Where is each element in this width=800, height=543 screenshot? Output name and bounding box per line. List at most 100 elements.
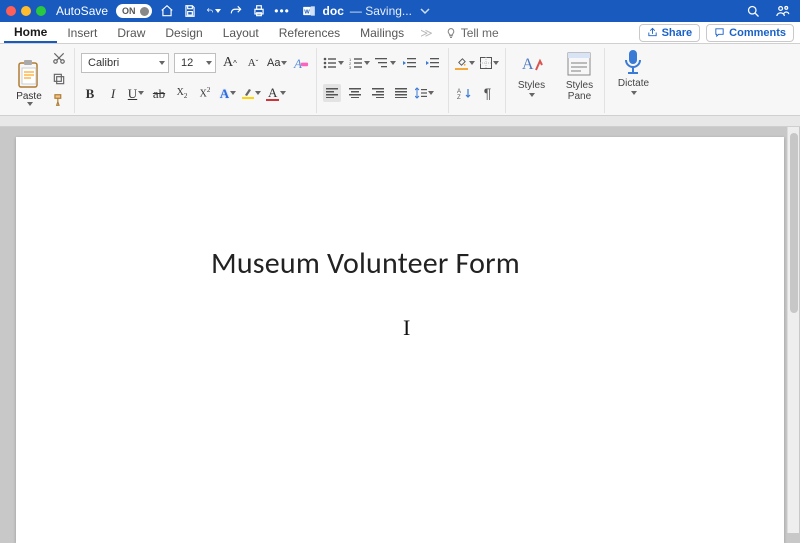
bullets-button[interactable] — [323, 54, 344, 72]
subscript-button[interactable]: X2 — [173, 84, 191, 102]
tab-mailings[interactable]: Mailings — [350, 22, 414, 43]
ribbon-tabs: Home Insert Draw Design Layout Reference… — [0, 22, 800, 44]
close-window-button[interactable] — [6, 6, 16, 16]
copy-button[interactable] — [50, 71, 68, 87]
font-size-dropdown[interactable]: 12 — [174, 53, 216, 73]
format-painter-button[interactable] — [50, 92, 68, 108]
dictate-button[interactable]: Dictate — [611, 48, 655, 95]
comments-label: Comments — [729, 27, 786, 39]
zoom-window-button[interactable] — [36, 6, 46, 16]
change-case-button[interactable]: Aa — [267, 54, 287, 72]
dictate-group: Dictate — [605, 48, 661, 113]
chevron-down-icon — [469, 61, 475, 65]
text-caret: I — [403, 315, 410, 341]
indent-icon — [426, 57, 440, 69]
tab-label: Draw — [117, 26, 145, 40]
print-icon[interactable] — [252, 4, 267, 19]
line-spacing-icon — [415, 87, 427, 99]
clipboard-group: Paste — [6, 48, 75, 113]
vertical-scrollbar[interactable] — [787, 127, 799, 533]
show-marks-button[interactable]: ¶ — [478, 84, 496, 102]
comment-icon — [714, 27, 725, 38]
tell-me-search[interactable]: Tell me — [439, 22, 505, 43]
outdent-icon — [403, 57, 417, 69]
share-button[interactable]: Share — [639, 24, 701, 42]
overflow-glyph: ≫ — [420, 26, 433, 40]
cut-button[interactable] — [50, 50, 68, 66]
underline-button[interactable]: U — [127, 84, 145, 102]
sort-icon: AZ — [457, 87, 471, 99]
redo-button[interactable] — [229, 4, 244, 19]
autosave-state: ON — [122, 6, 136, 16]
dictate-label: Dictate — [618, 78, 649, 89]
svg-text:A: A — [522, 56, 534, 73]
save-icon[interactable] — [183, 4, 198, 19]
chevron-down-icon — [631, 91, 637, 95]
tab-label: References — [279, 26, 340, 40]
styles-gallery-button[interactable]: A Styles — [512, 50, 550, 97]
paragraph-group: 123 — [317, 48, 449, 113]
numbering-button[interactable]: 123 — [349, 54, 370, 72]
tab-references[interactable]: References — [269, 22, 350, 43]
align-right-button[interactable] — [369, 84, 387, 102]
font-color-button[interactable]: A — [266, 84, 286, 102]
chevron-down-icon — [159, 61, 165, 65]
highlight-button[interactable] — [242, 84, 261, 102]
tab-label: Design — [165, 26, 202, 40]
bold-button[interactable]: B — [81, 84, 99, 102]
autosave-toggle[interactable]: ON — [116, 4, 152, 18]
justify-button[interactable] — [392, 84, 410, 102]
title-dropdown[interactable] — [418, 4, 433, 19]
paint-bucket-icon — [456, 57, 467, 68]
tab-home[interactable]: Home — [4, 22, 57, 43]
italic-button[interactable]: I — [104, 84, 122, 102]
decrease-indent-button[interactable] — [401, 54, 419, 72]
document-status: — Saving... — [350, 4, 412, 18]
align-left-icon — [326, 88, 338, 98]
minimize-window-button[interactable] — [21, 6, 31, 16]
search-icon[interactable] — [746, 4, 761, 19]
paste-button[interactable]: Paste — [12, 48, 46, 106]
tabs-overflow[interactable]: ≫ — [414, 22, 439, 43]
shading-button[interactable] — [455, 54, 475, 72]
line-spacing-button[interactable] — [415, 84, 434, 102]
font-name-dropdown[interactable]: Calibri — [81, 53, 169, 73]
titlebar-right — [746, 4, 790, 19]
superscript-button[interactable]: X2 — [196, 84, 214, 102]
document-title[interactable]: doc — [323, 4, 344, 18]
titlebar-left: AutoSave ON ••• — [56, 4, 290, 19]
tell-me-label: Tell me — [461, 26, 499, 40]
scroll-thumb[interactable] — [790, 133, 798, 313]
increase-indent-button[interactable] — [424, 54, 442, 72]
text-effects-button[interactable]: A — [219, 84, 237, 102]
styles-pane-icon — [565, 50, 593, 78]
multilevel-list-button[interactable] — [375, 54, 396, 72]
undo-button[interactable] — [206, 4, 221, 19]
qat-overflow[interactable]: ••• — [275, 4, 290, 19]
clear-formatting-button[interactable]: A — [292, 54, 310, 72]
share-activity-icon[interactable] — [775, 4, 790, 19]
strikethrough-button[interactable]: ab — [150, 84, 168, 102]
sort-button[interactable]: AZ — [455, 84, 473, 102]
document-page[interactable]: Museum Volunteer Form I — [16, 137, 784, 543]
bulb-icon — [445, 27, 457, 39]
microphone-icon — [622, 48, 644, 76]
borders-button[interactable] — [480, 54, 499, 72]
tab-insert[interactable]: Insert — [57, 22, 107, 43]
decrease-font-button[interactable]: Aˇ — [244, 54, 262, 72]
tab-design[interactable]: Design — [155, 22, 212, 43]
chevron-down-icon — [364, 61, 370, 65]
styles-pane-button[interactable]: Styles Pane — [560, 50, 598, 102]
eraser-icon — [300, 59, 309, 68]
align-center-button[interactable] — [346, 84, 364, 102]
chevron-down-icon — [338, 61, 344, 65]
home-icon[interactable] — [160, 4, 175, 19]
comments-button[interactable]: Comments — [706, 24, 794, 42]
paragraph-extras-group: AZ ¶ — [449, 48, 506, 113]
window-controls — [6, 6, 46, 16]
tab-draw[interactable]: Draw — [107, 22, 155, 43]
align-left-button[interactable] — [323, 84, 341, 102]
tab-layout[interactable]: Layout — [213, 22, 269, 43]
multilevel-icon — [375, 57, 389, 69]
increase-font-button[interactable]: A^ — [221, 54, 239, 72]
